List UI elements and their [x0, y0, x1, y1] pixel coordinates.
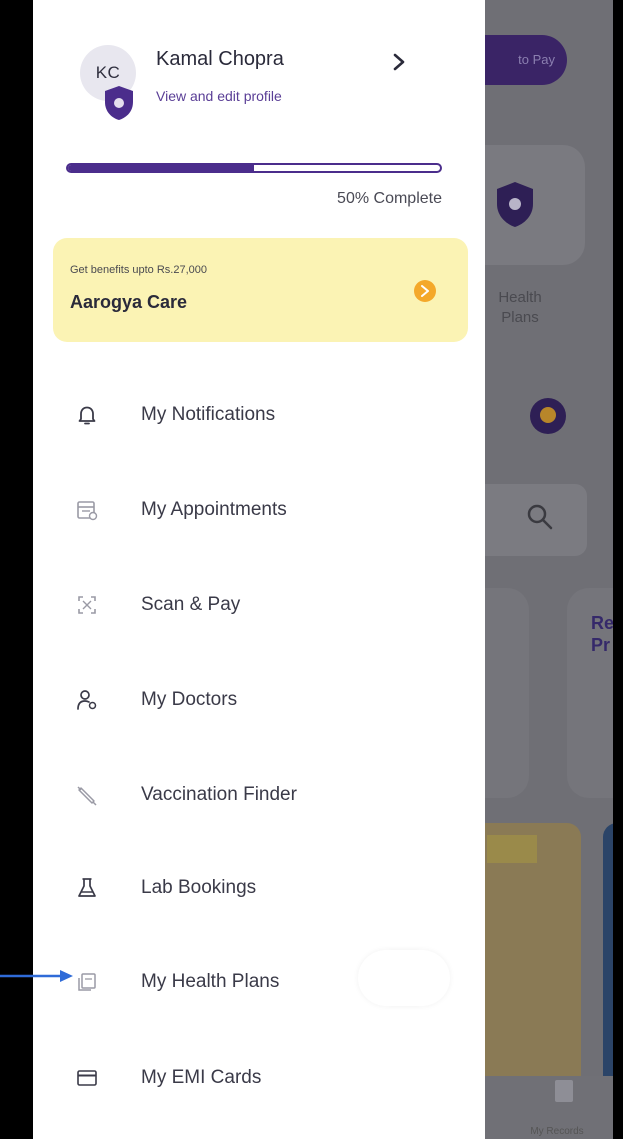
bg-banner — [603, 823, 613, 1083]
menu-label: Vaccination Finder — [141, 784, 297, 805]
menu-item-appointments[interactable]: My Appointments — [53, 480, 473, 540]
menu-label: My Doctors — [141, 689, 238, 710]
calendar-icon — [77, 501, 98, 521]
profile-progress-bar — [66, 163, 442, 173]
menu-item-scan-pay[interactable]: Scan & Pay — [53, 575, 473, 635]
flask-icon — [78, 878, 96, 897]
menu-label: My EMI Cards — [141, 1067, 262, 1088]
bg-tile-text: Re Pr — [591, 613, 613, 655]
benefit-title: Aarogya Care — [70, 292, 188, 312]
menu-label: My Health Plans — [141, 971, 280, 992]
menu-item-vaccination[interactable]: Vaccination Finder — [53, 765, 473, 825]
chevron-right-icon[interactable] — [391, 52, 407, 72]
bg-banner-tag — [487, 835, 537, 863]
search-icon — [527, 504, 553, 530]
bg-tile: Re Pr — [567, 588, 613, 798]
menu-item-lab-bookings[interactable]: Lab Bookings — [53, 858, 473, 918]
aarogya-care-card[interactable]: Get benefits upto Rs.27,000 Aarogya Care — [53, 238, 468, 342]
menu-item-emi-cards[interactable]: My EMI Cards — [53, 1048, 473, 1108]
pointer-arrow-icon — [0, 970, 73, 982]
navigation-drawer: KC Kamal Chopra View and edit profile 50… — [33, 0, 485, 1139]
menu-item-health-plans[interactable]: My Health Plans — [53, 952, 473, 1012]
bg-search-box — [485, 484, 587, 556]
menu-item-notifications[interactable]: My Notifications — [53, 385, 473, 445]
doctor-icon — [77, 690, 97, 710]
records-icon — [555, 1080, 573, 1102]
bg-pay-button: to Pay — [485, 35, 567, 85]
menu-label: My Notifications — [141, 404, 276, 425]
menu-label: Scan & Pay — [141, 594, 241, 615]
menu-label: Lab Bookings — [141, 877, 257, 898]
progress-label: 50% Complete — [337, 190, 442, 207]
health-plan-icon — [78, 973, 96, 991]
menu-item-doctors[interactable]: My Doctors — [53, 670, 473, 730]
card-icon — [77, 1070, 97, 1086]
bell-icon — [78, 406, 96, 425]
benefit-subtitle: Get benefits upto Rs.27,000 — [70, 264, 207, 276]
user-name[interactable]: Kamal Chopra — [156, 48, 284, 71]
bg-records-label: My Records — [530, 1126, 584, 1137]
syringe-icon — [77, 786, 97, 806]
shield-badge-icon — [105, 86, 133, 120]
menu-label: My Appointments — [141, 499, 287, 520]
coin-icon — [530, 398, 566, 434]
progress-fill — [68, 165, 254, 171]
bg-health-plans-label: Health Plans — [498, 289, 542, 326]
background-screen: to Pay Health Plans Re Pr My Records — [485, 0, 613, 1139]
edit-profile-link[interactable]: View and edit profile — [156, 88, 282, 104]
bg-tile — [485, 588, 529, 798]
shield-icon — [497, 182, 533, 227]
arrow-right-icon[interactable] — [414, 280, 436, 302]
scan-icon — [78, 596, 96, 614]
bg-banner — [485, 823, 581, 1083]
